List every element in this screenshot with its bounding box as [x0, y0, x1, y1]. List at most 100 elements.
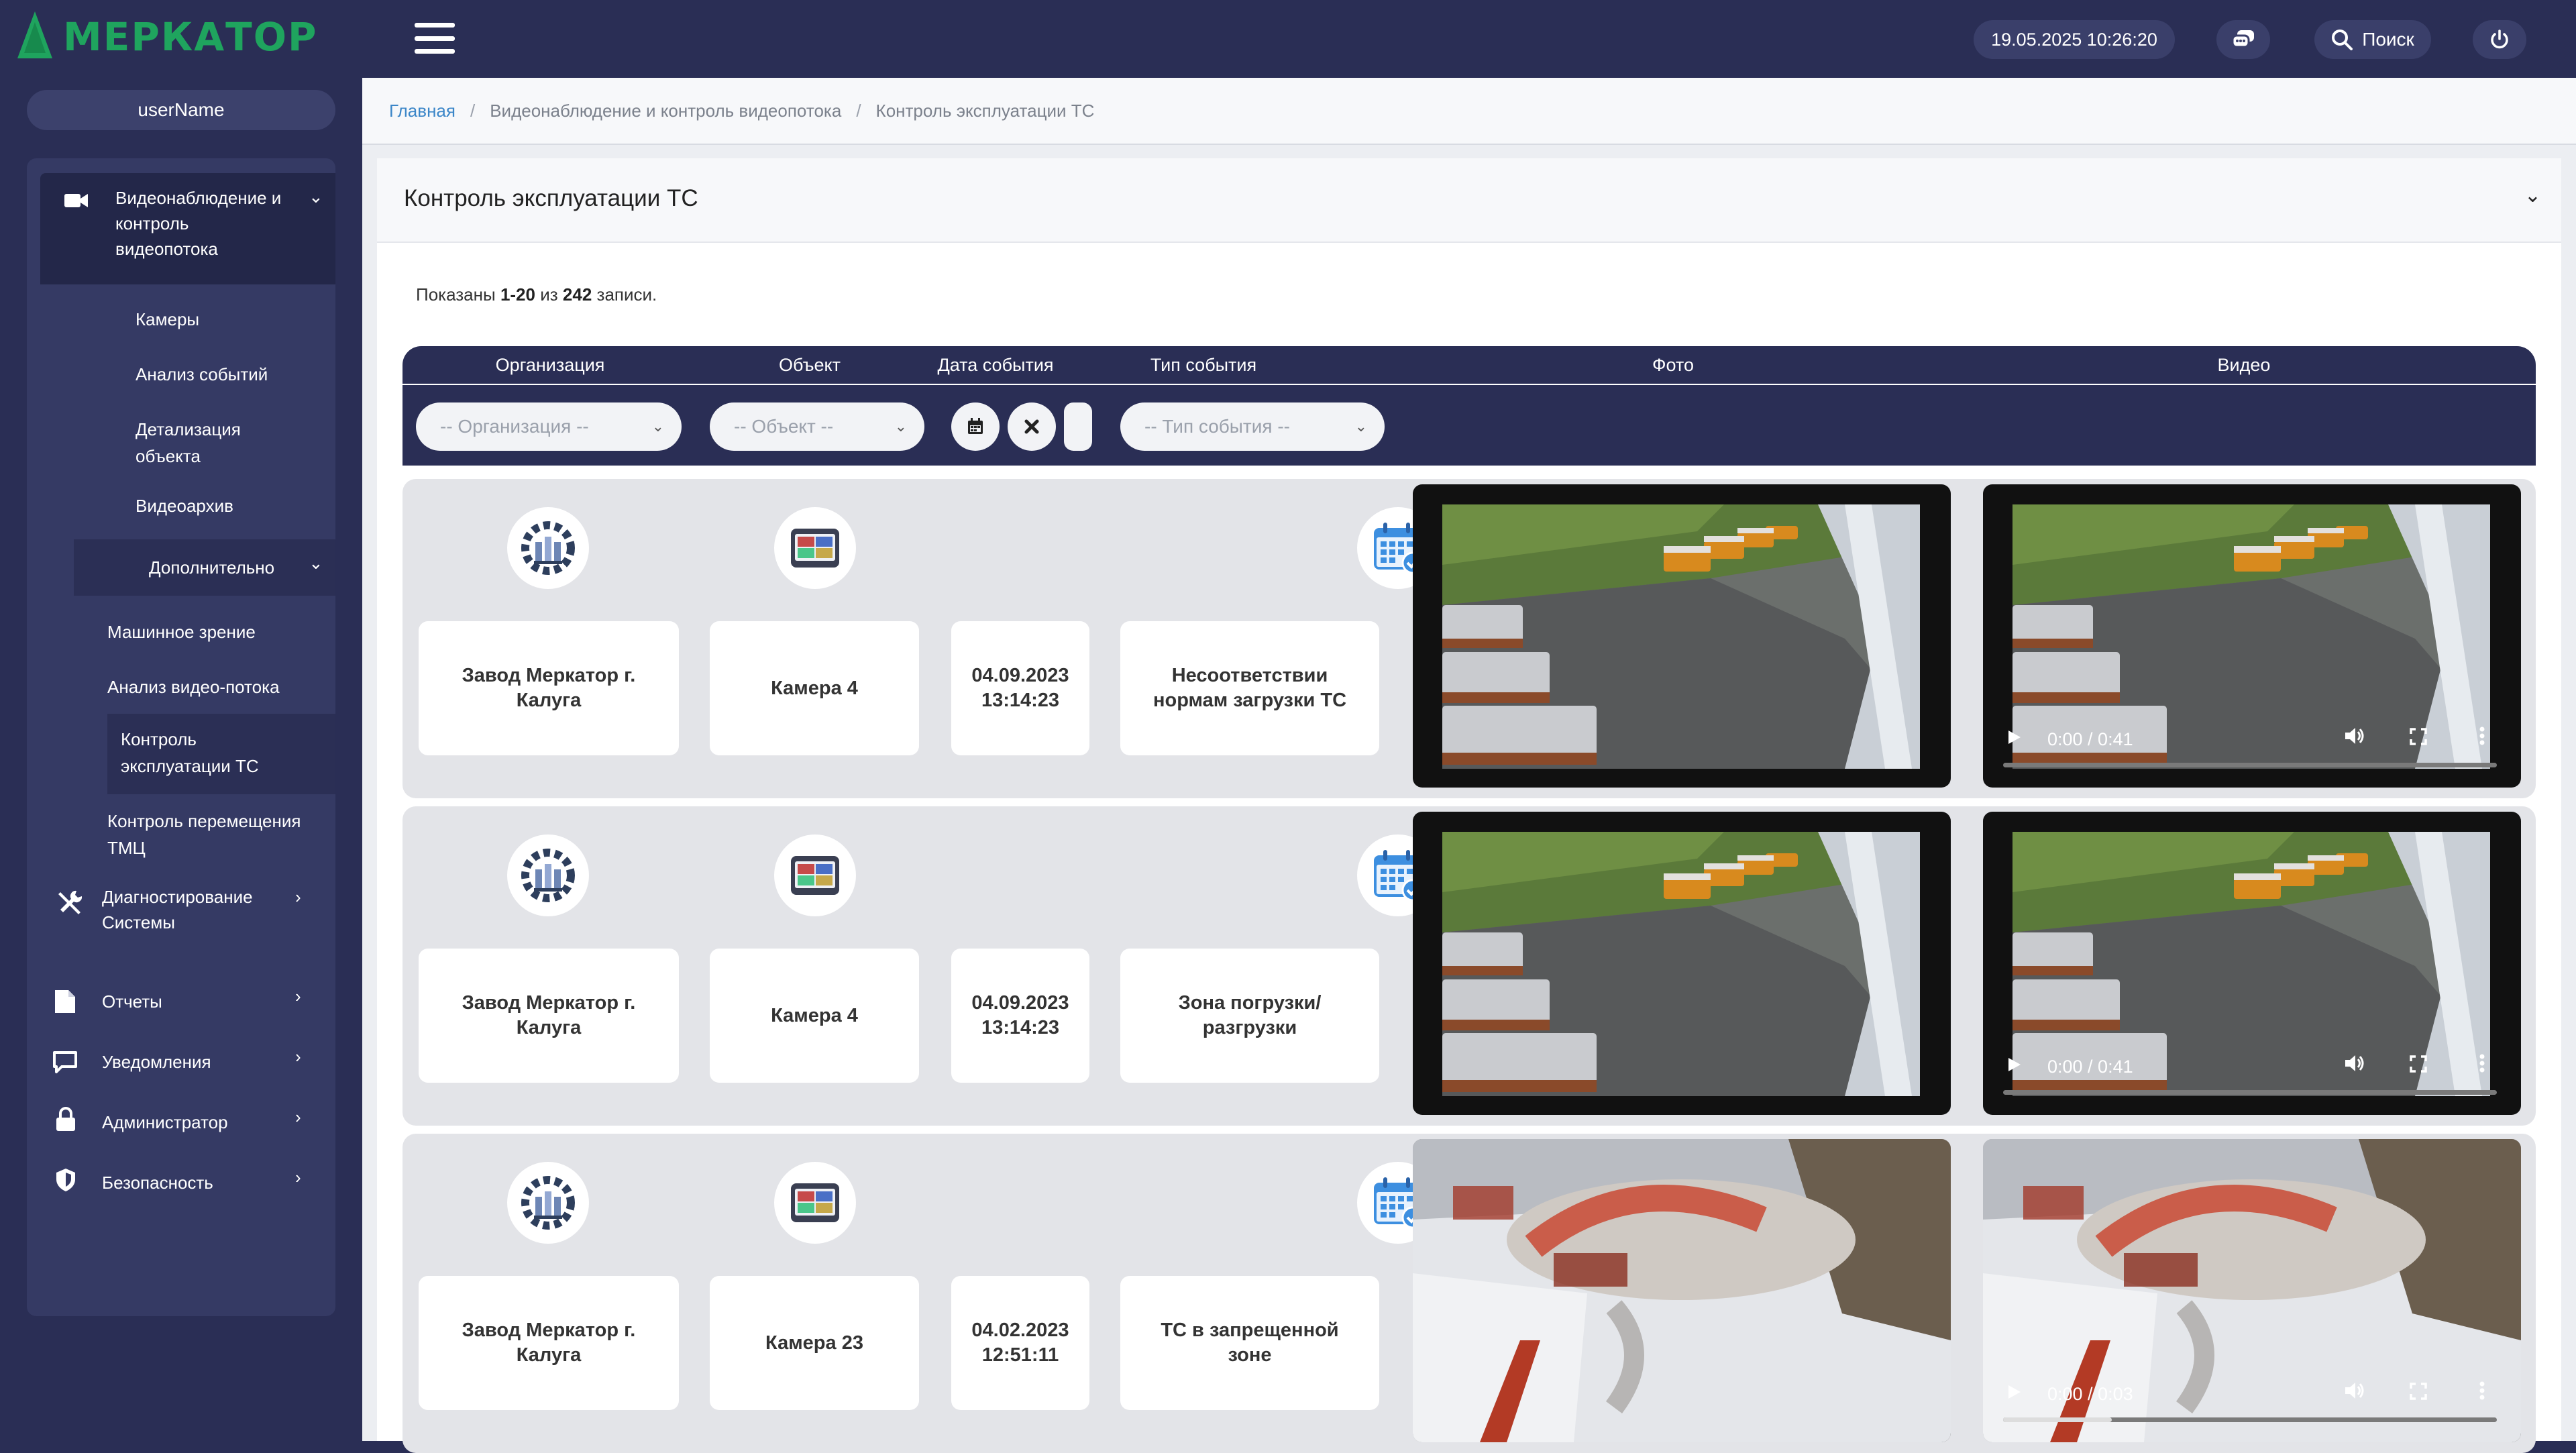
breadcrumb-separator: /	[856, 100, 861, 121]
more-options-icon[interactable]	[2479, 1054, 2485, 1077]
logo[interactable]: МЕРКАТОР	[15, 7, 318, 67]
table-row: Завод Меркатор г. Калуга Камера 4 04.09.…	[402, 806, 2536, 1126]
breadcrumb-section[interactable]: Видеонаблюдение и контроль видеопотока	[490, 101, 841, 121]
cctv-monitor-icon	[791, 856, 839, 895]
column-event-type[interactable]: Тип события	[1069, 346, 1338, 384]
video-time: 0:00 / 0:03	[2047, 1384, 2133, 1404]
summary-prefix: Показаны	[416, 284, 496, 305]
sidebar-item-admin[interactable]: Администратор	[102, 1110, 228, 1135]
sidebar-item-archive[interactable]: Видеоархив	[136, 492, 233, 519]
snow-scene-image	[1413, 1139, 1951, 1442]
camera-icon-circle	[774, 1162, 856, 1244]
sidebar-item-stream-analysis[interactable]: Анализ видео-потока	[107, 674, 280, 700]
fullscreen-icon[interactable]	[2410, 1055, 2427, 1077]
sidebar-item-goods-control[interactable]: Контроль перемещения ТМЦ	[107, 808, 309, 861]
sidebar-item-notifications[interactable]: Уведомления	[102, 1049, 211, 1075]
filter-row: -- Организация -- ⌄ -- Объект -- ⌄ -- Ти…	[402, 385, 2536, 466]
video-progress-bar[interactable]	[2003, 1417, 2497, 1422]
chevron-right-icon: ›	[295, 986, 301, 1006]
volume-icon[interactable]	[2344, 726, 2365, 750]
more-options-icon[interactable]	[2479, 726, 2485, 750]
event-video-player[interactable]: 0:00 / 0:41	[1983, 484, 2521, 788]
tree-logo-icon	[17, 11, 52, 58]
event-type-cell: Несоответствии нормам загрузки ТС	[1120, 621, 1379, 755]
search-button[interactable]: Поиск	[2314, 20, 2431, 59]
clear-date-button[interactable]	[1008, 402, 1056, 451]
event-video-player[interactable]: 0:00 / 0:41	[1983, 812, 2521, 1115]
play-icon[interactable]	[2007, 729, 2022, 750]
video-controls: 0:00 / 0:03	[1983, 1368, 2521, 1442]
chevron-down-icon: ⌄	[309, 186, 323, 207]
object-value: Камера 4	[771, 677, 858, 699]
more-options-icon[interactable]	[2479, 1381, 2485, 1405]
organization-value: Завод Меркатор г. Калуга	[462, 1320, 636, 1366]
organization-value: Завод Меркатор г. Калуга	[462, 665, 636, 711]
sidebar-item-cameras[interactable]: Камеры	[136, 306, 199, 333]
object-filter-placeholder: -- Объект --	[734, 416, 834, 437]
sidebar-item-machine-vision[interactable]: Машинное зрение	[107, 618, 256, 645]
chat-icon	[2231, 30, 2254, 48]
sidebar-item-reports[interactable]: Отчеты	[102, 989, 162, 1014]
object-cell: Камера 4	[710, 949, 919, 1083]
column-organization[interactable]: Организация	[402, 346, 698, 384]
sidebar-item-diagnostics[interactable]: Диагностирование Системы	[102, 884, 276, 935]
table-header: Организация Объект Дата события Тип собы…	[402, 346, 2536, 384]
organization-filter[interactable]: -- Организация -- ⌄	[416, 402, 682, 451]
volume-icon[interactable]	[2344, 1381, 2365, 1405]
event-type-cell: ТС в запрещенной зоне	[1120, 1276, 1379, 1410]
chat-button[interactable]	[2216, 20, 2270, 59]
event-photo[interactable]	[1413, 484, 1951, 788]
card-header[interactable]: Контроль эксплуатации ТС ⌄	[377, 158, 2561, 243]
collapse-chevron-icon[interactable]: ⌄	[2524, 184, 2541, 207]
date-value: 04.09.2023 13:14:23	[971, 665, 1069, 711]
lock-icon	[56, 1107, 75, 1131]
video-progress-bar[interactable]	[2003, 763, 2497, 767]
breadcrumb-separator: /	[470, 100, 476, 121]
calendar-button[interactable]	[951, 402, 1000, 451]
event-type-filter[interactable]: -- Тип события -- ⌄	[1120, 402, 1385, 451]
event-video-player[interactable]: 0:00 / 0:03	[1983, 1139, 2521, 1442]
event-photo[interactable]	[1413, 812, 1951, 1115]
video-time: 0:00 / 0:41	[2047, 1057, 2133, 1077]
cctv-monitor-icon	[791, 1183, 839, 1222]
breadcrumb-home[interactable]: Главная	[389, 101, 455, 121]
menu-toggle-icon[interactable]	[415, 23, 455, 54]
column-date[interactable]: Дата события	[922, 346, 1069, 384]
column-object[interactable]: Объект	[698, 346, 922, 384]
search-label: Поиск	[2362, 29, 2414, 50]
fullscreen-icon[interactable]	[2410, 728, 2427, 750]
chevron-down-icon: ⌄	[309, 553, 323, 573]
fullscreen-icon[interactable]	[2410, 1383, 2427, 1405]
events-card: Контроль эксплуатации ТС ⌄ Показаны 1-20…	[377, 158, 2561, 1453]
sidebar-item-security[interactable]: Безопасность	[102, 1170, 213, 1195]
date-input[interactable]	[1064, 402, 1092, 451]
chevron-down-icon: ⌄	[894, 418, 907, 435]
sidebar-item-vehicle-control: Контроль эксплуатации ТС	[121, 729, 259, 776]
sidebar: userName Видеонаблюдение и контроль виде…	[0, 78, 362, 1441]
volume-icon[interactable]	[2344, 1054, 2365, 1077]
event-photo[interactable]	[1413, 1139, 1951, 1442]
logo-text: МЕРКАТОР	[63, 14, 318, 60]
user-name[interactable]: userName	[27, 90, 335, 130]
object-cell: Камера 23	[710, 1276, 919, 1410]
logout-button[interactable]	[2473, 20, 2526, 59]
table-row: Завод Меркатор г. Калуга Камера 4 04.09.…	[402, 479, 2536, 798]
sidebar-item-events[interactable]: Анализ событий	[136, 361, 268, 388]
sidebar-menu: Видеонаблюдение и контроль видеопотока ⌄…	[27, 158, 335, 1316]
play-icon[interactable]	[2007, 1384, 2022, 1405]
factory-gear-icon	[521, 849, 575, 902]
sidebar-item-extra-label: Дополнительно	[149, 557, 275, 578]
power-icon	[2491, 30, 2508, 49]
object-filter[interactable]: -- Объект -- ⌄	[710, 402, 924, 451]
top-bar: МЕРКАТОР 19.05.2025 10:26:20 Поиск	[0, 0, 2576, 78]
date-cell: 04.09.2023 13:14:23	[951, 621, 1089, 755]
camera-icon-circle	[774, 835, 856, 916]
date-cell: 04.02.2023 12:51:11	[951, 1276, 1089, 1410]
object-cell: Камера 4	[710, 621, 919, 755]
sidebar-item-object-details[interactable]: Детализация объекта	[136, 416, 283, 470]
video-time: 0:00 / 0:41	[2047, 729, 2133, 749]
play-icon[interactable]	[2007, 1057, 2022, 1077]
factory-icon-circle	[507, 835, 589, 916]
video-progress-bar[interactable]	[2003, 1090, 2497, 1095]
column-photo: Фото	[1652, 354, 1695, 375]
